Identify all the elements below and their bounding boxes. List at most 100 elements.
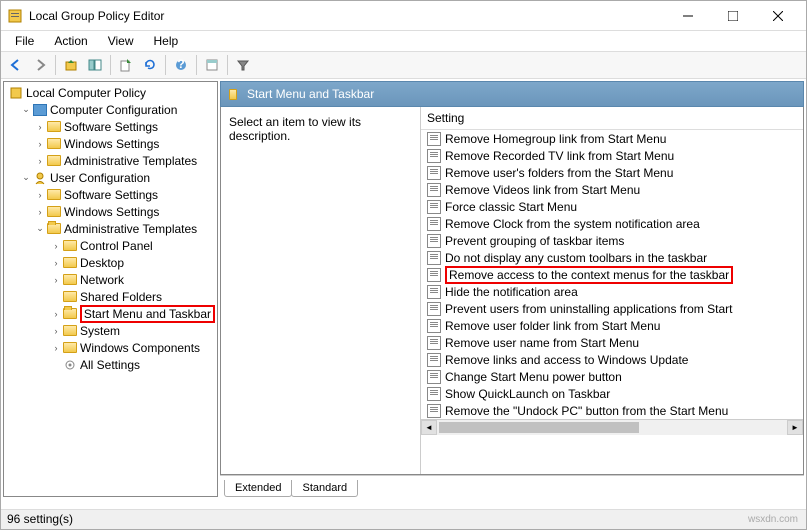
filter-button[interactable] <box>232 54 254 76</box>
menu-view[interactable]: View <box>100 32 142 50</box>
scroll-left-button[interactable]: ◄ <box>421 420 437 435</box>
tree-user-config[interactable]: ⌄User Configuration <box>6 169 215 186</box>
collapse-icon[interactable]: ⌄ <box>34 223 46 234</box>
close-button[interactable] <box>755 2 800 30</box>
tree-item[interactable]: › Administrative Templates <box>6 152 215 169</box>
help-button[interactable]: ? <box>170 54 192 76</box>
tree-item[interactable]: › Windows Components <box>6 339 215 356</box>
tree-admin-templates[interactable]: ⌄Administrative Templates <box>6 220 215 237</box>
folder-open-icon <box>62 306 78 322</box>
tree-item[interactable]: ›Desktop <box>6 254 215 271</box>
policy-setting-icon <box>427 336 441 350</box>
scroll-thumb[interactable] <box>439 422 639 433</box>
tree-item[interactable]: Shared Folders <box>6 288 215 305</box>
expand-icon[interactable]: › <box>34 139 46 149</box>
expand-icon[interactable]: › <box>34 122 46 132</box>
setting-label: Prevent users from uninstalling applicat… <box>445 302 732 316</box>
expand-icon[interactable]: › <box>50 258 62 268</box>
folder-icon <box>62 238 78 254</box>
tree-item[interactable]: › Software Settings <box>6 186 215 203</box>
setting-row[interactable]: Remove user's folders from the Start Men… <box>421 164 803 181</box>
policy-setting-icon <box>427 200 441 214</box>
export-button[interactable] <box>115 54 137 76</box>
setting-row[interactable]: Remove access to the context menus for t… <box>421 266 803 283</box>
collapse-icon[interactable]: ⌄ <box>20 104 32 115</box>
status-text: 96 setting(s) <box>7 512 73 526</box>
expand-icon[interactable]: › <box>50 241 62 251</box>
policy-setting-icon <box>427 149 441 163</box>
tree-item[interactable]: ›Control Panel <box>6 237 215 254</box>
setting-row[interactable]: Force classic Start Menu <box>421 198 803 215</box>
tree-item[interactable]: ›Windows Settings <box>6 135 215 152</box>
setting-row[interactable]: Remove Videos link from Start Menu <box>421 181 803 198</box>
folder-icon <box>46 204 62 220</box>
expand-icon[interactable]: › <box>50 309 62 319</box>
tree-label: Administrative Templates <box>64 154 197 168</box>
setting-row[interactable]: Remove Homegroup link from Start Menu <box>421 130 803 147</box>
tree-pane[interactable]: Local Computer Policy ⌄Computer Configur… <box>3 81 218 497</box>
properties-button[interactable] <box>201 54 223 76</box>
tree-item[interactable]: › Network <box>6 271 215 288</box>
minimize-button[interactable] <box>665 2 710 30</box>
settings-icon <box>62 357 78 373</box>
collapse-icon[interactable]: ⌄ <box>20 172 32 183</box>
tree-comp-config[interactable]: ⌄Computer Configuration <box>6 101 215 118</box>
expand-icon[interactable]: › <box>34 190 46 200</box>
watermark: wsxdn.com <box>748 514 798 525</box>
tree-item[interactable]: ›Software Settings <box>6 118 215 135</box>
setting-row[interactable]: Hide the notification area <box>421 283 803 300</box>
setting-row[interactable]: Remove user folder link from Start Menu <box>421 317 803 334</box>
maximize-button[interactable] <box>710 2 755 30</box>
tree-label: Windows Components <box>80 341 200 355</box>
setting-row[interactable]: Remove Clock from the system notificatio… <box>421 215 803 232</box>
setting-label: Force classic Start Menu <box>445 200 577 214</box>
details-title: Start Menu and Taskbar <box>247 87 374 101</box>
policy-setting-icon <box>427 370 441 384</box>
tree-item[interactable]: All Settings <box>6 356 215 373</box>
expand-icon[interactable]: › <box>50 326 62 336</box>
setting-row[interactable]: Remove Recorded TV link from Start Menu <box>421 147 803 164</box>
setting-row[interactable]: Remove links and access to Windows Updat… <box>421 351 803 368</box>
setting-row[interactable]: Remove the "Undock PC" button from the S… <box>421 402 803 419</box>
settings-list[interactable]: Setting Remove Homegroup link from Start… <box>421 107 803 474</box>
forward-button[interactable] <box>29 54 51 76</box>
expand-icon[interactable]: › <box>34 207 46 217</box>
tab-extended[interactable]: Extended <box>224 480 292 497</box>
setting-row[interactable]: Show QuickLaunch on Taskbar <box>421 385 803 402</box>
menu-help[interactable]: Help <box>146 32 187 50</box>
policy-setting-icon <box>427 166 441 180</box>
tree-item[interactable]: › System <box>6 322 215 339</box>
setting-row[interactable]: Do not display any custom toolbars in th… <box>421 249 803 266</box>
tree-label: Software Settings <box>64 188 158 202</box>
expand-icon[interactable]: › <box>34 156 46 166</box>
horizontal-scrollbar[interactable]: ◄ ► <box>421 419 803 435</box>
tree-label: System <box>80 324 120 338</box>
back-button[interactable] <box>5 54 27 76</box>
setting-row[interactable]: Prevent users from uninstalling applicat… <box>421 300 803 317</box>
scroll-right-button[interactable]: ► <box>787 420 803 435</box>
menu-file[interactable]: File <box>7 32 42 50</box>
column-header-setting[interactable]: Setting <box>421 107 803 130</box>
expand-icon[interactable]: › <box>50 275 62 285</box>
details-header: Start Menu and Taskbar <box>220 81 804 107</box>
folder-icon <box>62 340 78 356</box>
setting-row[interactable]: Change Start Menu power button <box>421 368 803 385</box>
tree-label: Network <box>80 273 124 287</box>
tree-root[interactable]: Local Computer Policy <box>6 84 215 101</box>
folder-icon <box>229 86 245 102</box>
policy-icon <box>8 85 24 101</box>
expand-icon[interactable]: › <box>50 343 62 353</box>
folder-icon <box>46 136 62 152</box>
details-pane: Start Menu and Taskbar Select an item to… <box>220 81 804 497</box>
separator <box>55 55 56 75</box>
tree-start-menu-taskbar[interactable]: ›Start Menu and Taskbar <box>6 305 215 322</box>
policy-setting-icon <box>427 404 441 418</box>
setting-row[interactable]: Prevent grouping of taskbar items <box>421 232 803 249</box>
tab-standard[interactable]: Standard <box>291 480 358 497</box>
up-button[interactable] <box>60 54 82 76</box>
tree-item[interactable]: ›Windows Settings <box>6 203 215 220</box>
menu-action[interactable]: Action <box>46 32 95 50</box>
setting-row[interactable]: Remove user name from Start Menu <box>421 334 803 351</box>
refresh-button[interactable] <box>139 54 161 76</box>
show-hide-tree-button[interactable] <box>84 54 106 76</box>
